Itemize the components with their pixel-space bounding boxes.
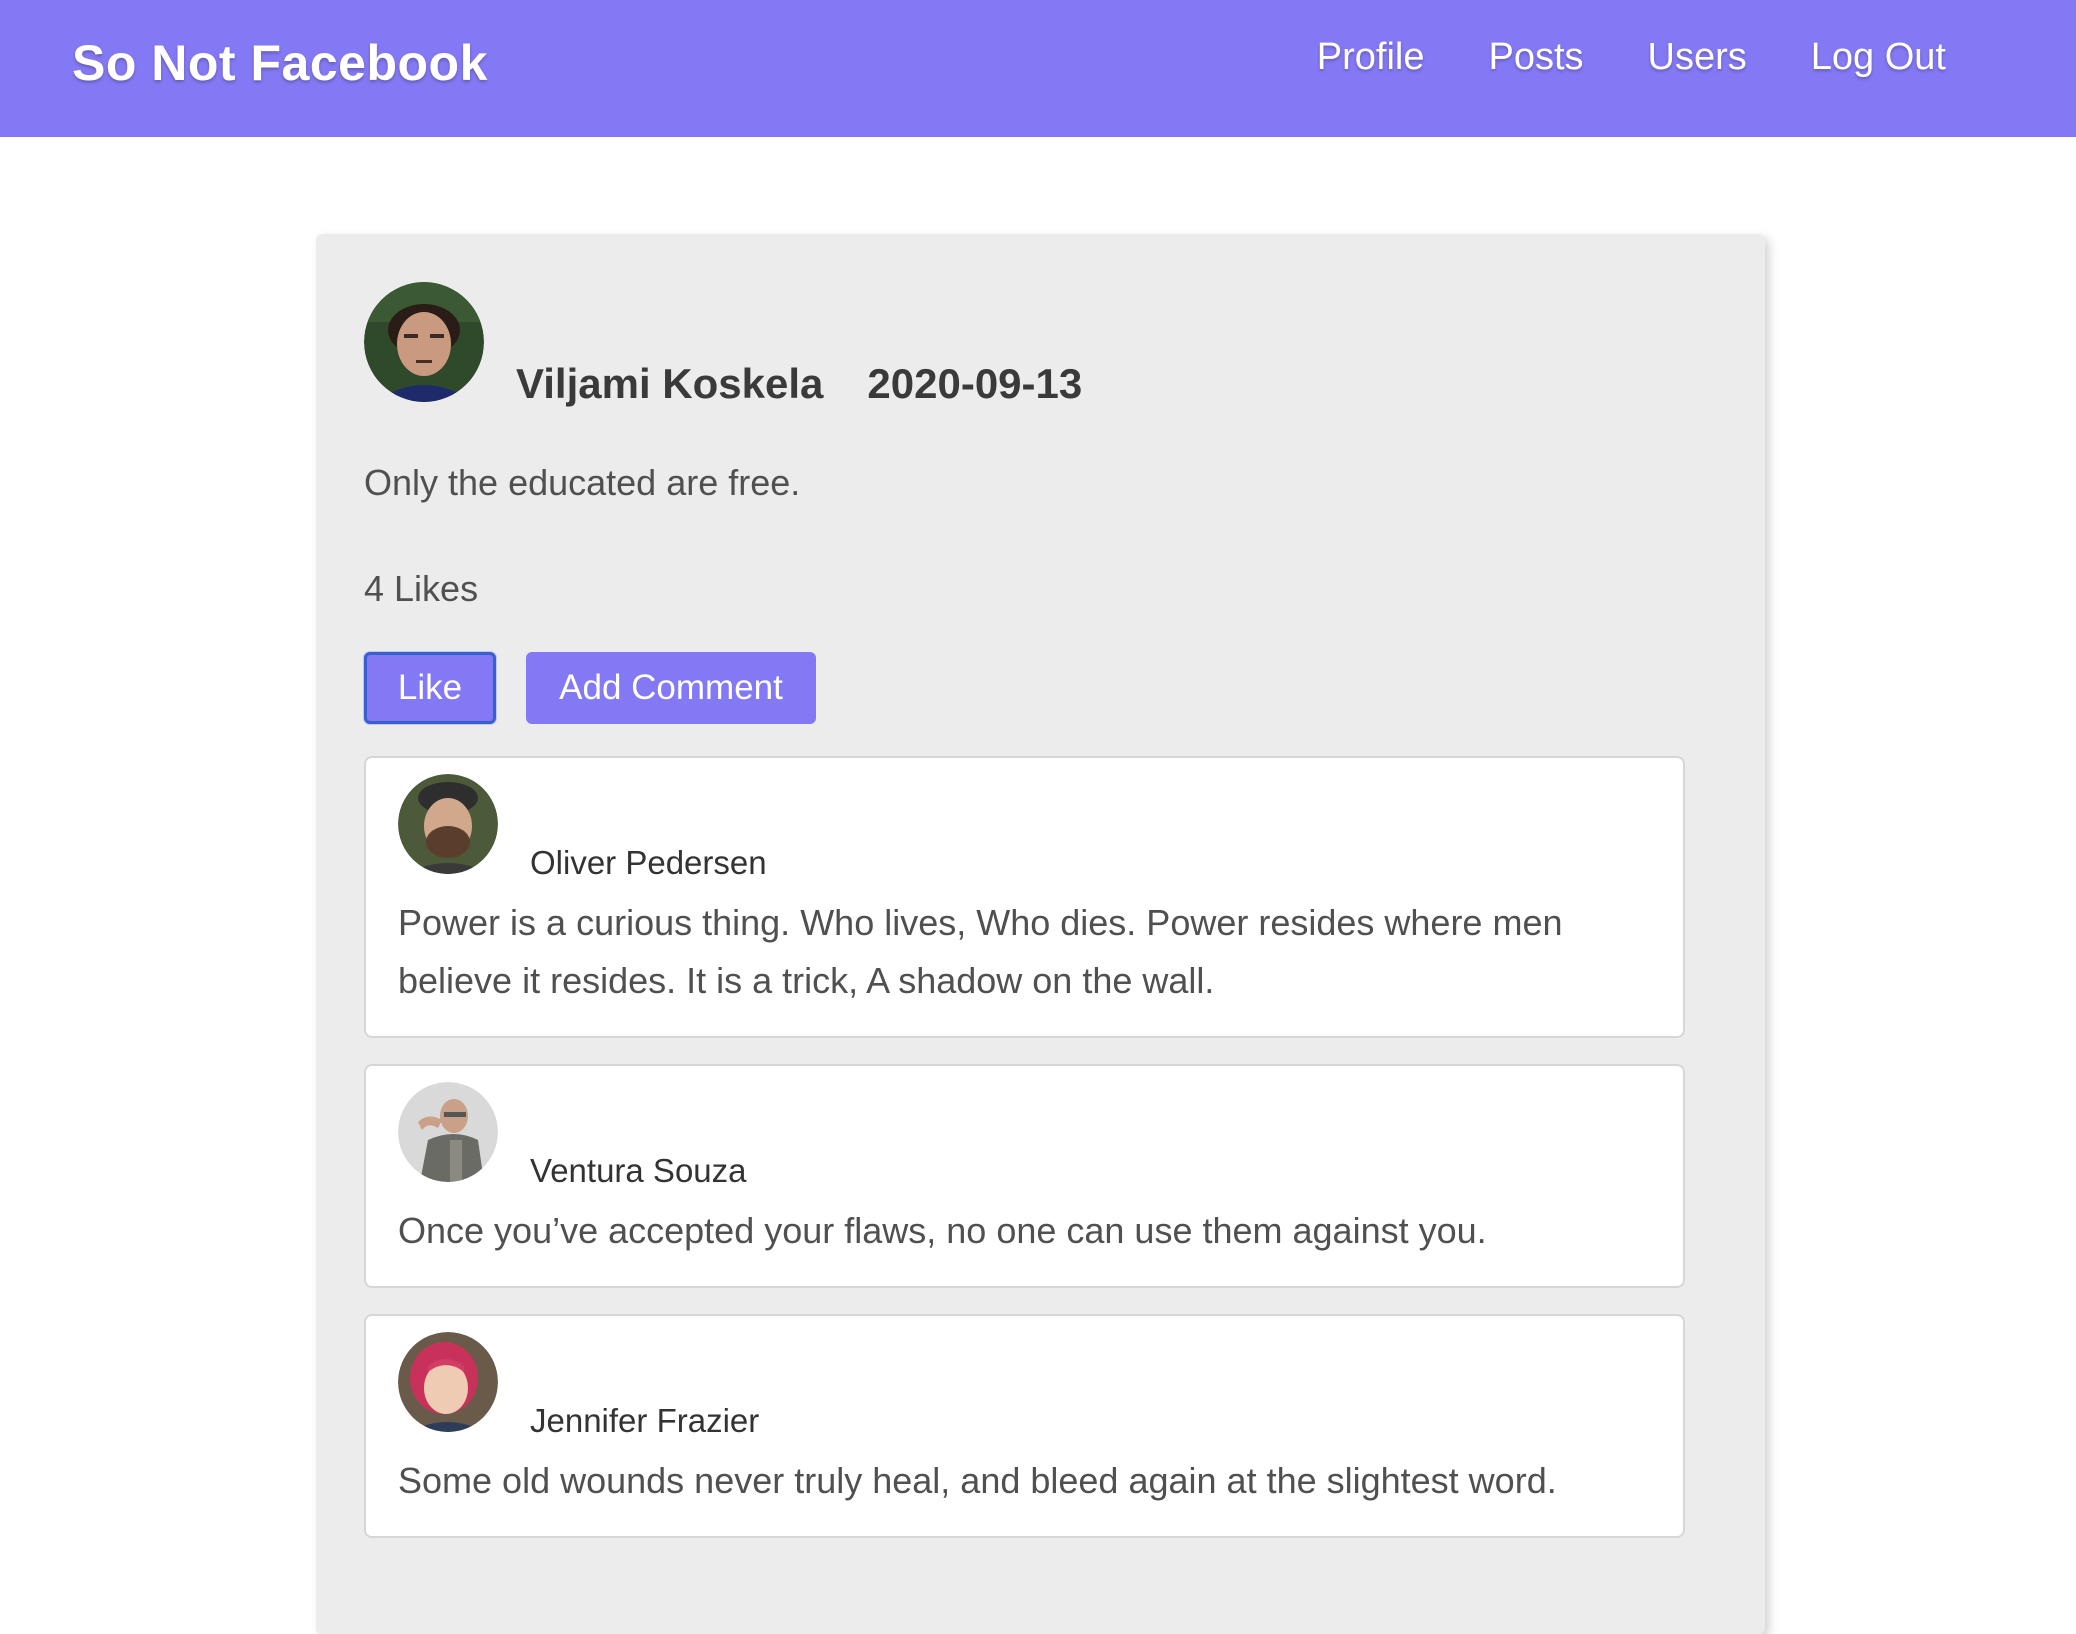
comment-header: Jennifer Frazier xyxy=(398,1332,1651,1439)
commenter-avatar[interactable] xyxy=(398,774,498,874)
post-actions: Like Add Comment xyxy=(364,652,816,724)
nav-link-users[interactable]: Users xyxy=(1648,36,1747,79)
comment-header: Oliver Pedersen xyxy=(398,774,1651,881)
add-comment-button[interactable]: Add Comment xyxy=(526,652,816,724)
comment-card: Jennifer Frazier Some old wounds never t… xyxy=(364,1314,1685,1538)
post-date: 2020-09-13 xyxy=(867,360,1083,407)
comment-author-name[interactable]: Oliver Pedersen xyxy=(530,844,767,882)
comment-text: Power is a curious thing. Who lives, Who… xyxy=(398,902,1563,1001)
comment-author-name[interactable]: Jennifer Frazier xyxy=(530,1402,759,1440)
author-avatar[interactable] xyxy=(364,282,484,402)
post-content: Only the educated are free. xyxy=(364,462,801,503)
comment-author-name[interactable]: Ventura Souza xyxy=(530,1152,747,1190)
comment-text: Once you’ve accepted your flaws, no one … xyxy=(398,1210,1487,1251)
likes-count: 4 Likes xyxy=(364,568,479,609)
nav-links: Profile Posts Users Log Out xyxy=(1317,36,1946,79)
brand-logo-text[interactable]: So Not Facebook xyxy=(72,34,488,92)
commenter-avatar[interactable] xyxy=(398,1332,498,1432)
navbar: So Not Facebook Profile Posts Users Log … xyxy=(0,0,2076,137)
post-header: Viljami Koskela 2020-09-13 xyxy=(364,282,1082,407)
post-card: Viljami Koskela 2020-09-13 Only the educ… xyxy=(316,234,1765,1634)
comment-card: Ventura Souza Once you’ve accepted your … xyxy=(364,1064,1685,1288)
comments-list: Oliver Pedersen Power is a curious thing… xyxy=(364,756,1685,1564)
nav-link-log-out[interactable]: Log Out xyxy=(1811,36,1946,79)
nav-link-profile[interactable]: Profile xyxy=(1317,36,1425,79)
comment-header: Ventura Souza xyxy=(398,1082,1651,1189)
comment-text: Some old wounds never truly heal, and bl… xyxy=(398,1460,1557,1501)
nav-link-posts[interactable]: Posts xyxy=(1489,36,1584,79)
post-author-name[interactable]: Viljami Koskela xyxy=(516,360,823,408)
like-button[interactable]: Like xyxy=(364,652,496,724)
commenter-avatar[interactable] xyxy=(398,1082,498,1182)
comment-card: Oliver Pedersen Power is a curious thing… xyxy=(364,756,1685,1038)
